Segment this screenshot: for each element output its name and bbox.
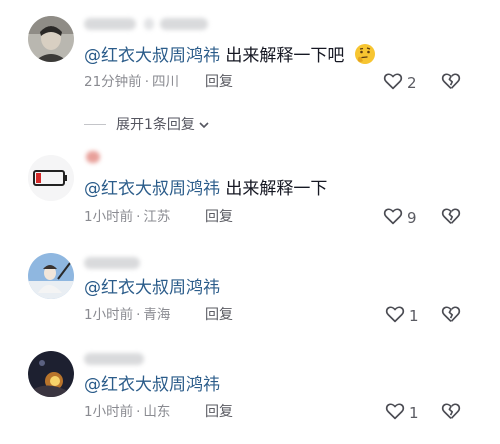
broken-heart-icon — [441, 73, 461, 94]
comment-item: @红衣大叔周鸿祎 1小时前 · 山东 回复 1 — [0, 340, 500, 440]
dislike-button[interactable] — [441, 305, 461, 327]
dislike-button[interactable] — [441, 72, 461, 94]
expand-replies-label: 展开1条回复 — [116, 117, 195, 133]
username[interactable] — [84, 353, 148, 365]
avatar[interactable] — [28, 351, 74, 397]
like-count: 2 — [407, 74, 417, 92]
comment-text: @红衣大叔周鸿祎 出来解释一下吧 — [84, 43, 376, 72]
location: 江苏 — [143, 209, 171, 225]
reply-button[interactable]: 回复 — [205, 306, 233, 324]
like-count: 9 — [407, 209, 417, 227]
like-count: 1 — [409, 307, 419, 325]
thinking-face-emoji — [354, 43, 376, 72]
like-button[interactable]: 9 — [383, 207, 417, 229]
comment-item: @红衣大叔周鸿祎 1小时前 · 青海 回复 1 — [0, 245, 500, 335]
comment-item: @红衣大叔周鸿祎 出来解释一下 1小时前 · 江苏 回复 9 — [0, 145, 500, 235]
comment-meta: 1小时前 · 青海 — [84, 307, 171, 323]
heart-outline-icon — [385, 305, 405, 327]
avatar[interactable] — [28, 16, 74, 62]
mention-link[interactable]: @红衣大叔周鸿祎 — [84, 179, 220, 199]
timestamp: 1小时前 — [84, 209, 134, 225]
like-button[interactable]: 1 — [385, 402, 419, 424]
username[interactable] — [84, 18, 234, 30]
broken-heart-icon — [441, 208, 461, 229]
comment-meta: 1小时前 · 山东 — [84, 404, 171, 420]
broken-heart-icon — [441, 403, 461, 424]
broken-heart-icon — [441, 306, 461, 327]
expand-replies-button[interactable]: 展开1条回复 — [84, 114, 210, 134]
dislike-button[interactable] — [441, 402, 461, 424]
username[interactable] — [84, 151, 114, 163]
location: 山东 — [143, 404, 171, 420]
reply-button[interactable]: 回复 — [205, 208, 233, 226]
timestamp: 1小时前 — [84, 404, 134, 420]
avatar[interactable] — [28, 155, 74, 201]
comment-text: @红衣大叔周鸿祎 出来解释一下 — [84, 179, 328, 199]
heart-outline-icon — [383, 207, 403, 229]
location: 青海 — [143, 307, 171, 323]
mention-link[interactable]: @红衣大叔周鸿祎 — [84, 46, 220, 66]
chevron-down-icon — [198, 115, 210, 134]
reply-button[interactable]: 回复 — [205, 403, 233, 421]
comment-text: @红衣大叔周鸿祎 — [84, 373, 220, 397]
like-button[interactable]: 2 — [383, 72, 417, 94]
timestamp: 1小时前 — [84, 307, 134, 323]
heart-outline-icon — [383, 72, 403, 94]
comment-meta: 1小时前 · 江苏 — [84, 209, 171, 225]
like-count: 1 — [409, 404, 419, 422]
divider-line — [84, 123, 106, 125]
dislike-button[interactable] — [441, 207, 461, 229]
heart-outline-icon — [385, 402, 405, 424]
mention-link[interactable]: @红衣大叔周鸿祎 — [84, 278, 220, 298]
reply-button[interactable]: 回复 — [205, 73, 233, 91]
comment-meta: 21分钟前 · 四川 — [84, 74, 179, 90]
comment-item: @红衣大叔周鸿祎 出来解释一下吧 21分钟前 · 四川 回复 2 — [0, 0, 500, 110]
like-button[interactable]: 1 — [385, 305, 419, 327]
location: 四川 — [151, 74, 179, 90]
avatar[interactable] — [28, 253, 74, 299]
username[interactable] — [84, 257, 144, 269]
timestamp: 21分钟前 — [84, 74, 142, 90]
mention-link[interactable]: @红衣大叔周鸿祎 — [84, 375, 220, 395]
comment-text: @红衣大叔周鸿祎 — [84, 276, 220, 300]
